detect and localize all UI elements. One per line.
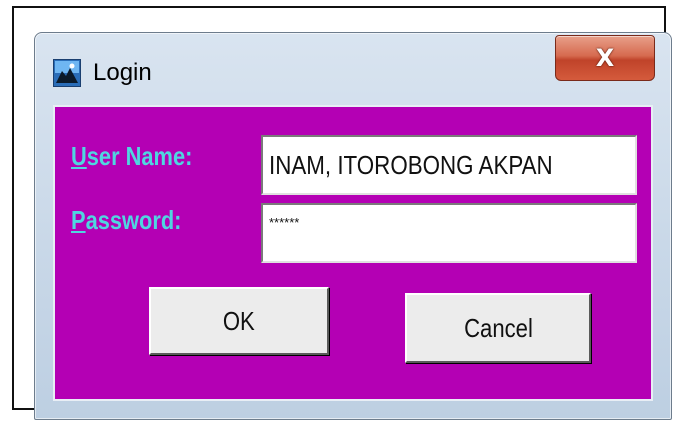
window-title: Login: [93, 59, 152, 86]
ok-button-label: OK: [223, 305, 255, 336]
user-name-label: User Name:: [71, 141, 192, 172]
password-label-text: assword:: [85, 205, 182, 235]
user-name-value: INAM, ITOROBONG AKPAN: [269, 149, 553, 180]
cancel-button[interactable]: Cancel: [405, 293, 591, 363]
cancel-button-label: Cancel: [463, 312, 533, 343]
login-dialog: Login X User Name: INAM, ITOROBONG AKPAN…: [34, 32, 672, 420]
password-value: ******: [269, 215, 300, 230]
close-icon: X: [595, 44, 615, 72]
user-name-mnemonic: U: [71, 141, 87, 171]
user-name-label-text: ser Name:: [86, 141, 193, 171]
title-bar[interactable]: Login X: [35, 33, 671, 107]
password-input[interactable]: ******: [261, 203, 637, 263]
ok-button[interactable]: OK: [149, 287, 329, 355]
user-name-input[interactable]: INAM, ITOROBONG AKPAN: [261, 135, 637, 195]
password-label: Password:: [71, 205, 181, 236]
close-button[interactable]: X: [555, 35, 655, 81]
password-mnemonic: P: [71, 205, 86, 235]
login-app-icon: [53, 59, 81, 87]
login-form: User Name: INAM, ITOROBONG AKPAN Passwor…: [53, 105, 653, 401]
